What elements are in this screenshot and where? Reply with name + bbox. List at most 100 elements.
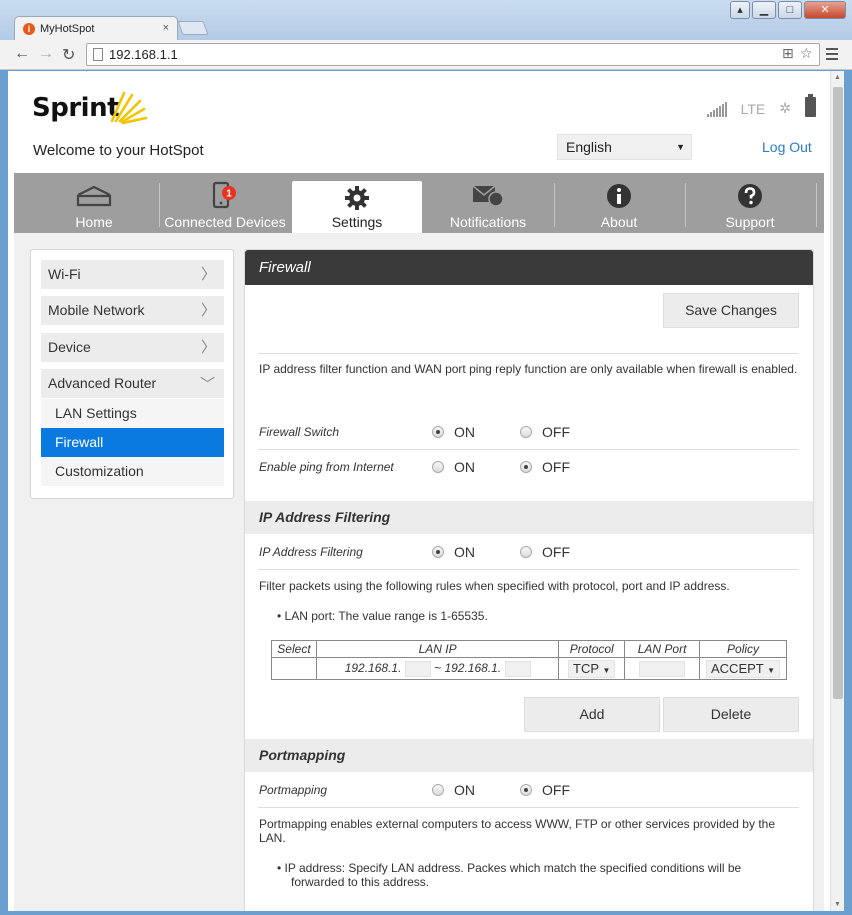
tab-close-icon[interactable]: × <box>163 22 169 34</box>
radio-unselected-icon <box>432 461 444 473</box>
chevron-down-icon: ▼ <box>767 665 776 675</box>
browser-menu-icon[interactable] <box>826 48 838 63</box>
scrollbar-thumb[interactable] <box>833 87 843 699</box>
tab-about-label: About <box>600 214 638 230</box>
page-scrollbar[interactable]: ▲ ▼ <box>830 71 844 911</box>
ip-filtering-on-radio[interactable]: ON <box>432 544 475 560</box>
protocol-cell: TCP ▼ <box>558 657 626 680</box>
ip-filtering-description: Filter packets using the following rules… <box>259 579 730 593</box>
sidebar-item-wifi[interactable]: Wi-Fi 〉 <box>41 260 224 289</box>
reload-icon[interactable]: ↻ <box>62 45 75 65</box>
tab-settings[interactable]: Settings <box>292 181 422 233</box>
browser-titlebar: i MyHotSpot × ▴ ▁ □ ✕ <box>0 0 852 40</box>
main-navbar: Home 1 Connected Devices Settings Notifi… <box>14 173 824 233</box>
tab-home[interactable]: Home <box>29 179 159 233</box>
scroll-up-icon[interactable]: ▲ <box>834 74 841 81</box>
save-changes-button[interactable]: Save Changes <box>663 293 799 328</box>
enable-ping-on-radio[interactable]: ON <box>432 459 475 475</box>
browser-toolbar: ← → ↻ 192.168.1.1 ⊞ ☆ <box>0 40 852 70</box>
logout-link[interactable]: Log Out <box>762 139 812 155</box>
sidebar-subitem-lan-settings[interactable]: LAN Settings <box>41 399 224 428</box>
radio-selected-icon <box>520 784 532 796</box>
tab-notifications-label: Notifications <box>449 214 527 230</box>
sidebar-subitem-customization[interactable]: Customization <box>41 457 224 486</box>
portmapping-on-radio[interactable]: ON <box>432 782 475 798</box>
sidebar-item-device[interactable]: Device 〉 <box>41 333 224 362</box>
bluetooth-icon: ✲ <box>779 100 791 116</box>
table-header: LAN Port <box>624 640 701 658</box>
portmapping-bullet: • IP address: Specify LAN address. Packe… <box>277 861 742 889</box>
bullet-text: LAN port: The value range is 1-65535. <box>284 609 488 623</box>
delete-button[interactable]: Delete <box>663 697 799 732</box>
gear-icon <box>345 186 369 210</box>
table-header: Select <box>271 640 317 658</box>
forward-arrow-icon[interactable]: → <box>38 45 54 63</box>
language-select-value: English <box>566 139 612 155</box>
scroll-down-icon[interactable]: ▼ <box>834 901 841 908</box>
sidebar-item-label: Wi-Fi <box>48 266 81 282</box>
radio-unselected-icon <box>520 546 532 558</box>
policy-select[interactable]: ACCEPT ▼ <box>706 659 781 678</box>
ip-filtering-bullet: • LAN port: The value range is 1-65535. <box>277 609 488 623</box>
table-header: LAN IP <box>315 640 560 658</box>
address-bar[interactable]: 192.168.1.1 <box>86 43 820 66</box>
site-header: Sprint Welcome to your HotSpot LTE ✲ Eng… <box>14 71 824 173</box>
firewall-switch-off-radio[interactable]: OFF <box>520 424 570 440</box>
language-select[interactable]: English ▼ <box>557 134 692 160</box>
sidebar-item-advanced-router[interactable]: Advanced Router 〉 <box>41 369 224 398</box>
tab-favicon-icon: i <box>23 22 35 35</box>
protocol-select[interactable]: TCP ▼ <box>568 659 616 678</box>
portmapping-off-radio[interactable]: OFF <box>520 782 570 798</box>
ip-filtering-off-radio[interactable]: OFF <box>520 544 570 560</box>
enable-ping-off-radio[interactable]: OFF <box>520 459 570 475</box>
ip-start-input[interactable] <box>404 660 431 677</box>
radio-label: ON <box>454 782 475 798</box>
signal-strength-icon <box>706 101 727 117</box>
tab-about[interactable]: About <box>554 179 684 233</box>
radio-label: OFF <box>542 459 570 475</box>
window-frame-bottom <box>0 911 852 915</box>
window-user-icon[interactable]: ▴ <box>730 1 750 19</box>
table-row: 192.168.1. ~ 192.168.1. TCP ▼ ACCEPT ▼ <box>271 657 787 680</box>
radio-label: OFF <box>542 544 570 560</box>
page-icon <box>93 48 103 61</box>
chevron-right-icon: 〉 <box>200 339 216 356</box>
sidebar-subitem-firewall[interactable]: Firewall <box>41 428 224 457</box>
firewall-note: IP address filter function and WAN port … <box>259 362 798 376</box>
address-bar-url: 192.168.1.1 <box>109 47 178 62</box>
window-frame-left <box>0 71 8 915</box>
translate-icon[interactable]: ⊞ <box>782 45 794 62</box>
firewall-switch-on-radio[interactable]: ON <box>432 424 475 440</box>
radio-label: OFF <box>542 424 570 440</box>
tab-notifications[interactable]: Notifications <box>423 179 553 233</box>
divider <box>258 569 799 570</box>
tab-support[interactable]: Support <box>685 179 815 233</box>
window-close-button[interactable]: ✕ <box>804 1 846 19</box>
lan-ip-cell: 192.168.1. ~ 192.168.1. <box>315 657 560 680</box>
sidebar-item-label: Advanced Router <box>48 375 157 391</box>
ip-start-prefix: 192.168.1. <box>344 660 402 675</box>
select-cell <box>271 657 317 680</box>
tab-settings-label: Settings <box>331 214 383 230</box>
phone-icon: 1 <box>212 181 236 209</box>
battery-icon <box>805 94 816 117</box>
tab-connected-devices-label: Connected Devices <box>164 214 286 230</box>
window-frame-right <box>844 71 852 915</box>
window-minimize-button[interactable]: ▁ <box>752 1 776 19</box>
lan-port-input[interactable] <box>639 660 686 677</box>
bullet-text: IP address: Specify LAN address. Packes … <box>284 861 742 889</box>
chevron-down-icon: ▼ <box>602 665 611 675</box>
sidebar-item-mobile-network[interactable]: Mobile Network 〉 <box>41 296 224 325</box>
add-button[interactable]: Add <box>524 697 660 732</box>
back-arrow-icon[interactable]: ← <box>14 45 30 63</box>
bookmark-star-icon[interactable]: ☆ <box>800 45 813 62</box>
info-icon <box>607 184 631 208</box>
new-tab-button[interactable] <box>177 21 209 35</box>
divider <box>258 807 799 808</box>
table-header-row: Select LAN IP Protocol LAN Port Policy <box>271 640 787 658</box>
browser-tab[interactable]: i MyHotSpot × <box>14 16 178 40</box>
window-maximize-button[interactable]: □ <box>778 1 802 19</box>
ip-end-input[interactable] <box>504 660 531 677</box>
tab-connected-devices[interactable]: 1 Connected Devices <box>160 179 290 233</box>
radio-label: ON <box>454 459 475 475</box>
